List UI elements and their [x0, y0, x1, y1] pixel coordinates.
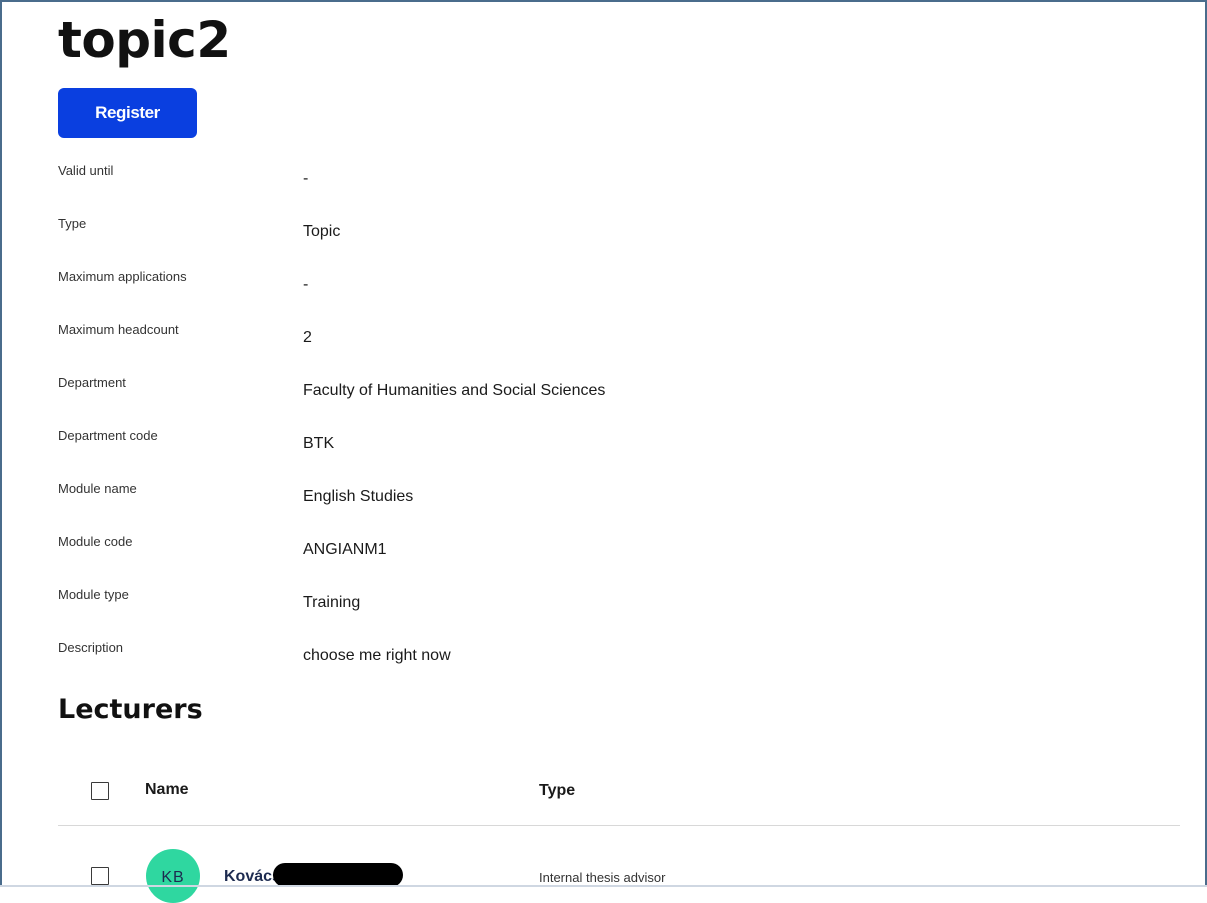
lecturers-heading: Lecturers: [58, 694, 203, 725]
detail-label: Maximum headcount: [58, 322, 179, 337]
detail-row-module-name: Module name English Studies: [58, 480, 1158, 520]
detail-row-module-type: Module type Training: [58, 586, 1158, 626]
redaction-mark: [273, 863, 403, 887]
detail-value: -: [303, 170, 309, 187]
detail-row-module-code: Module code ANGIANM1: [58, 533, 1158, 573]
detail-label: Department: [58, 375, 126, 390]
column-header-name[interactable]: Name: [145, 780, 189, 800]
detail-value: 2: [303, 329, 312, 346]
detail-row-maximum-headcount: Maximum headcount 2: [58, 321, 1158, 361]
detail-row-type: Type Topic: [58, 215, 1158, 255]
detail-label: Department code: [58, 428, 158, 443]
detail-label: Type: [58, 216, 87, 231]
row-select-checkbox-icon[interactable]: [91, 867, 109, 885]
detail-value: choose me right now: [303, 647, 451, 664]
detail-value: Training: [303, 594, 361, 611]
detail-value: English Studies: [303, 488, 414, 505]
table-row[interactable]: KB Kovács Internal thesis advisor: [58, 827, 1180, 903]
lecturers-table-header: Name Type: [58, 767, 1180, 826]
detail-row-valid-until: Valid until -: [58, 162, 1158, 202]
detail-value: Topic: [303, 223, 341, 240]
detail-row-maximum-applications: Maximum applications -: [58, 268, 1158, 308]
detail-value: ANGIANM1: [303, 541, 387, 558]
detail-label: Description: [58, 640, 124, 655]
detail-label: Valid until: [58, 163, 114, 178]
detail-value: BTK: [303, 435, 335, 452]
detail-row-department-code: Department code BTK: [58, 427, 1158, 467]
detail-value: -: [303, 276, 309, 293]
detail-label: Maximum applications: [58, 269, 187, 284]
detail-label: Module name: [58, 481, 137, 496]
detail-label: Module type: [58, 587, 129, 602]
detail-row-department: Department Faculty of Humanities and Soc…: [58, 374, 1158, 414]
select-all-checkbox-icon[interactable]: [91, 782, 109, 800]
detail-row-description: Description choose me right now: [58, 639, 1158, 679]
register-button[interactable]: Register: [58, 88, 197, 138]
detail-value: Faculty of Humanities and Social Science…: [303, 382, 606, 399]
avatar: KB: [146, 849, 200, 903]
column-header-type[interactable]: Type: [539, 781, 575, 801]
page-title: topic2: [58, 11, 231, 69]
detail-label: Module code: [58, 534, 133, 549]
